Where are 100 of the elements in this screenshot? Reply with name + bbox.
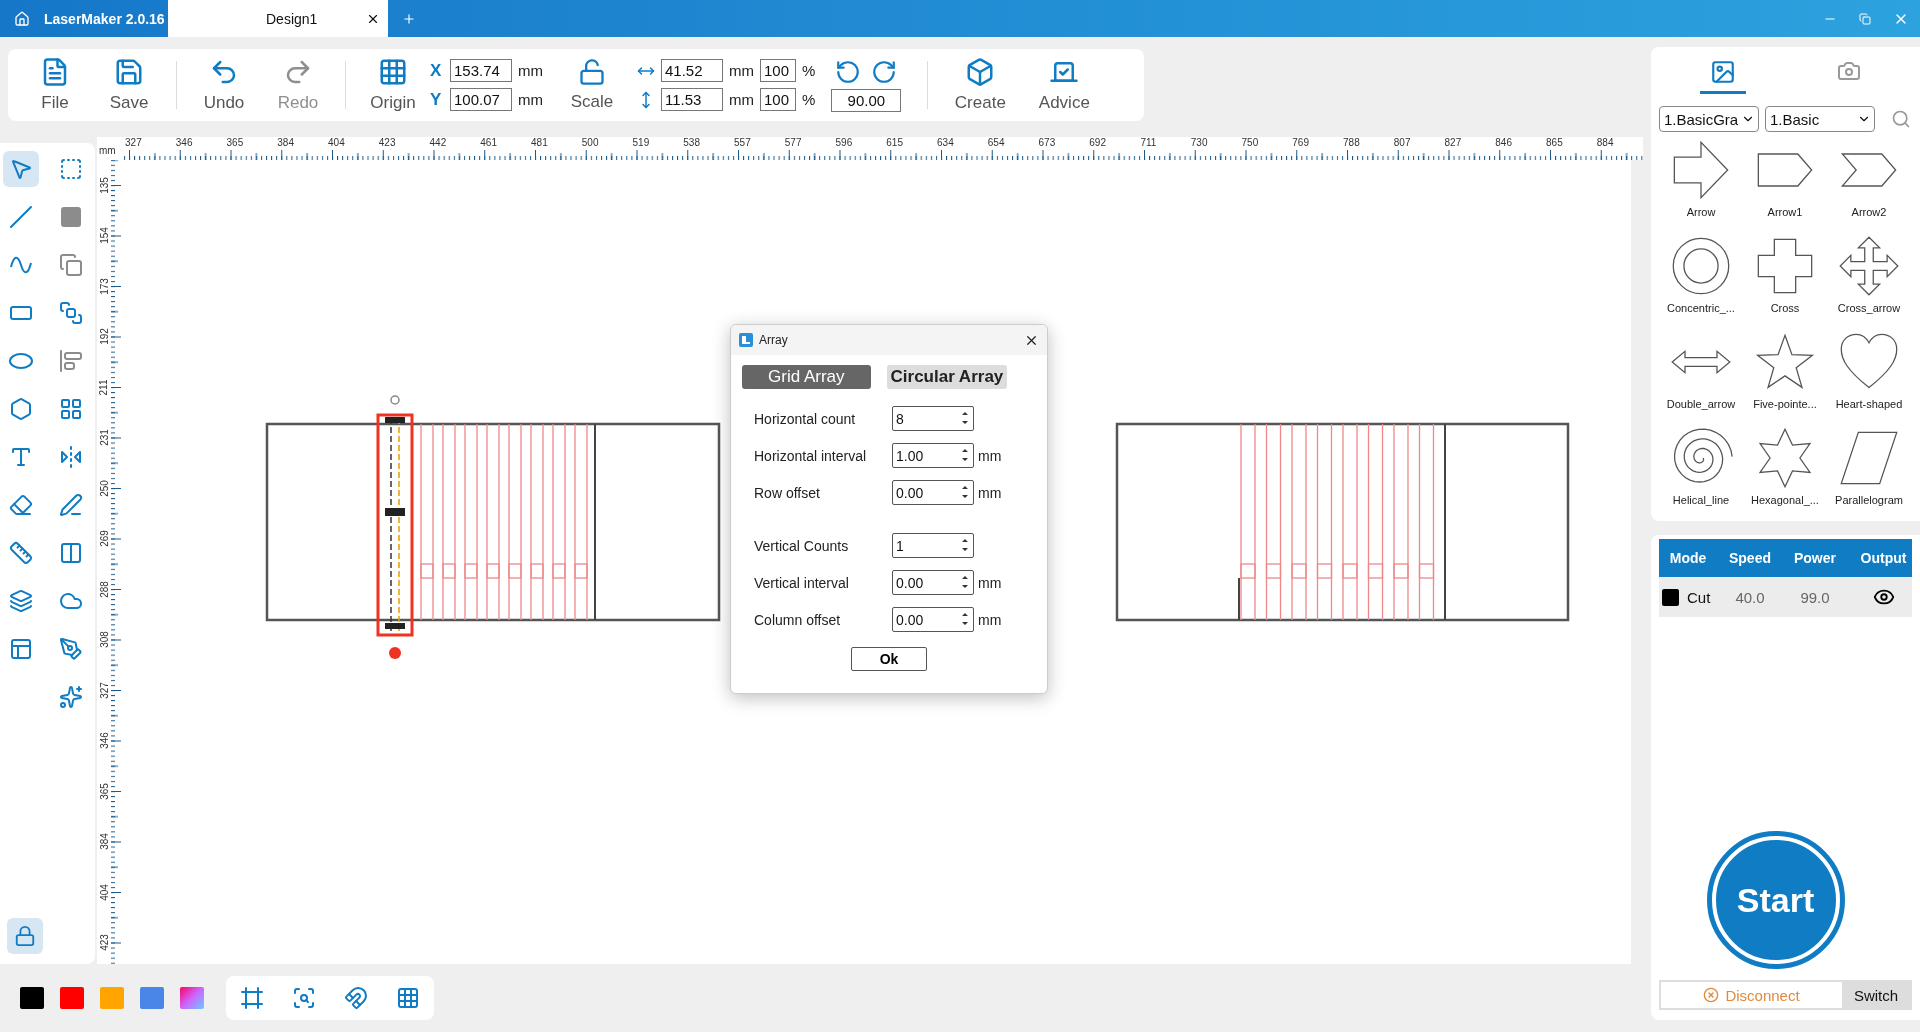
- field-label: Horizontal interval: [754, 447, 868, 464]
- tool-button[interactable]: [2, 151, 39, 187]
- number-field[interactable]: 0.00: [892, 570, 974, 595]
- ruler-label: 538: [682, 137, 701, 149]
- image-icon: [1709, 59, 1736, 85]
- canvas[interactable]: Array Grid Array Circular Array Horizontal count 8 Horizontal interval 1.00 mm Row offset 0.00 mm Vertical Counts 1 Vertical interval 0.00 mm Column offset 0.00 mm Ok: [123, 160, 1631, 964]
- rotate-right-icon[interactable]: [871, 58, 898, 85]
- file-button[interactable]: File: [18, 57, 92, 113]
- hexagon-icon: [8, 397, 33, 421]
- column-header: Output: [1859, 550, 1908, 566]
- shape-name: Arrow1: [1767, 206, 1803, 218]
- restore-icon[interactable]: [1859, 12, 1871, 25]
- field-label: Vertical Counts: [754, 537, 850, 554]
- shape-name: Concentric_...: [1667, 302, 1735, 314]
- unit-label: mm: [978, 611, 1003, 628]
- zoom-fit-icon[interactable]: [292, 986, 316, 1010]
- number-field[interactable]: 8: [892, 406, 974, 431]
- ruler-label: 192: [98, 328, 110, 346]
- origin-button[interactable]: Origin: [356, 57, 430, 113]
- overlap-squares-icon: [58, 301, 83, 325]
- dialog-tab[interactable]: Grid Array: [742, 365, 871, 389]
- shape-name: Helical_line: [1672, 494, 1730, 506]
- four-way-arrow-icon[interactable]: [1837, 234, 1901, 298]
- color-swatch[interactable]: [100, 987, 124, 1009]
- ruler-label: 231: [98, 429, 110, 447]
- gradient-swatch[interactable]: [180, 987, 204, 1009]
- column-header: Speed: [1728, 550, 1772, 566]
- search-icon[interactable]: [1891, 109, 1911, 129]
- ruler-label: 346: [98, 732, 110, 750]
- mirror-icon: [58, 445, 83, 469]
- ruler-label: 711: [1139, 137, 1158, 149]
- table-cell: Cut: [1687, 588, 1711, 606]
- add-tab-icon[interactable]: [402, 11, 416, 26]
- grid-icon[interactable]: [396, 986, 420, 1010]
- switch-button[interactable]: Switch: [1842, 982, 1910, 1008]
- magnet-icon[interactable]: [344, 986, 368, 1010]
- document-tab[interactable]: Design1: [168, 0, 388, 37]
- field-label: Column offset: [754, 611, 842, 628]
- number-field[interactable]: 0.00: [892, 607, 974, 632]
- layer-row[interactable]: Cut 40.0 99.0: [1659, 577, 1912, 617]
- ruler-label: 442: [428, 137, 448, 149]
- percent-field[interactable]: 100: [760, 59, 796, 82]
- number-field[interactable]: 1.00: [892, 443, 974, 468]
- rotate-left-icon[interactable]: [835, 58, 862, 85]
- spinner-icon[interactable]: [962, 411, 968, 425]
- column-header: Power: [1793, 550, 1837, 566]
- layout-icon: [8, 637, 33, 661]
- spinner-icon[interactable]: [962, 485, 968, 499]
- ruler-label: 135: [98, 176, 110, 194]
- spinner-icon[interactable]: [962, 575, 968, 589]
- undo-button[interactable]: Undo: [187, 57, 261, 113]
- grid-icon: [378, 57, 408, 87]
- filled-square-icon: [58, 205, 83, 229]
- position-field[interactable]: 153.74: [450, 59, 512, 82]
- spinner-icon[interactable]: [962, 448, 968, 462]
- ruler-label: 788: [1342, 137, 1361, 149]
- shape-name: Five-pointe...: [1753, 398, 1817, 410]
- advice-button[interactable]: Advice: [1022, 57, 1107, 113]
- spinner-icon[interactable]: [962, 612, 968, 626]
- ruler-label: 211: [98, 379, 110, 396]
- layers-icon: [8, 589, 33, 613]
- fit-frame-icon[interactable]: [240, 986, 264, 1010]
- align-left-icon: [58, 349, 83, 373]
- number-field[interactable]: 0.00: [892, 480, 974, 505]
- ruler-label: 692: [1088, 137, 1107, 149]
- position-field[interactable]: 100.07: [450, 88, 512, 111]
- eraser-icon: [8, 493, 33, 517]
- category-dropdown[interactable]: 1.BasicGra: [1659, 106, 1759, 132]
- color-swatch[interactable]: [140, 987, 164, 1009]
- create-button[interactable]: Create: [938, 57, 1023, 113]
- rotation-field[interactable]: 90.00: [831, 88, 902, 112]
- color-swatch[interactable]: [60, 987, 84, 1009]
- size-field[interactable]: 41.52: [661, 59, 723, 82]
- box-icon: [965, 57, 996, 87]
- ruler-label: 500: [580, 137, 600, 149]
- color-swatch[interactable]: [20, 987, 44, 1009]
- dialog-tab[interactable]: Circular Array: [886, 365, 1008, 389]
- number-field[interactable]: 1: [892, 533, 974, 558]
- subcategory-dropdown[interactable]: 1.Basic: [1765, 106, 1875, 132]
- rotate-handle[interactable]: [390, 395, 400, 405]
- save-button[interactable]: Save: [92, 57, 166, 113]
- axis-label: Y: [430, 89, 443, 110]
- scale-button[interactable]: Scale: [555, 58, 629, 112]
- ruler-label: 596: [834, 137, 854, 149]
- percent-field[interactable]: 100: [760, 88, 796, 111]
- ruler-label: 807: [1392, 137, 1412, 149]
- lock-button[interactable]: [7, 918, 43, 954]
- unit-label: mm: [729, 91, 754, 108]
- ruler-label: 634: [936, 137, 955, 149]
- home-icon[interactable]: [14, 10, 30, 27]
- spinner-icon[interactable]: [962, 538, 968, 552]
- app-title: LaserMaker 2.0.16: [44, 9, 166, 29]
- size-field[interactable]: 11.53: [661, 88, 723, 111]
- selection-frame[interactable]: [376, 413, 414, 637]
- ruler-label: 250: [98, 479, 110, 497]
- grid-icon: [58, 397, 83, 421]
- unit-label: mm: [729, 62, 754, 79]
- ok-button[interactable]: Ok: [851, 647, 927, 671]
- ruler-label: 846: [1494, 137, 1513, 149]
- anchor-dot[interactable]: [389, 647, 401, 659]
